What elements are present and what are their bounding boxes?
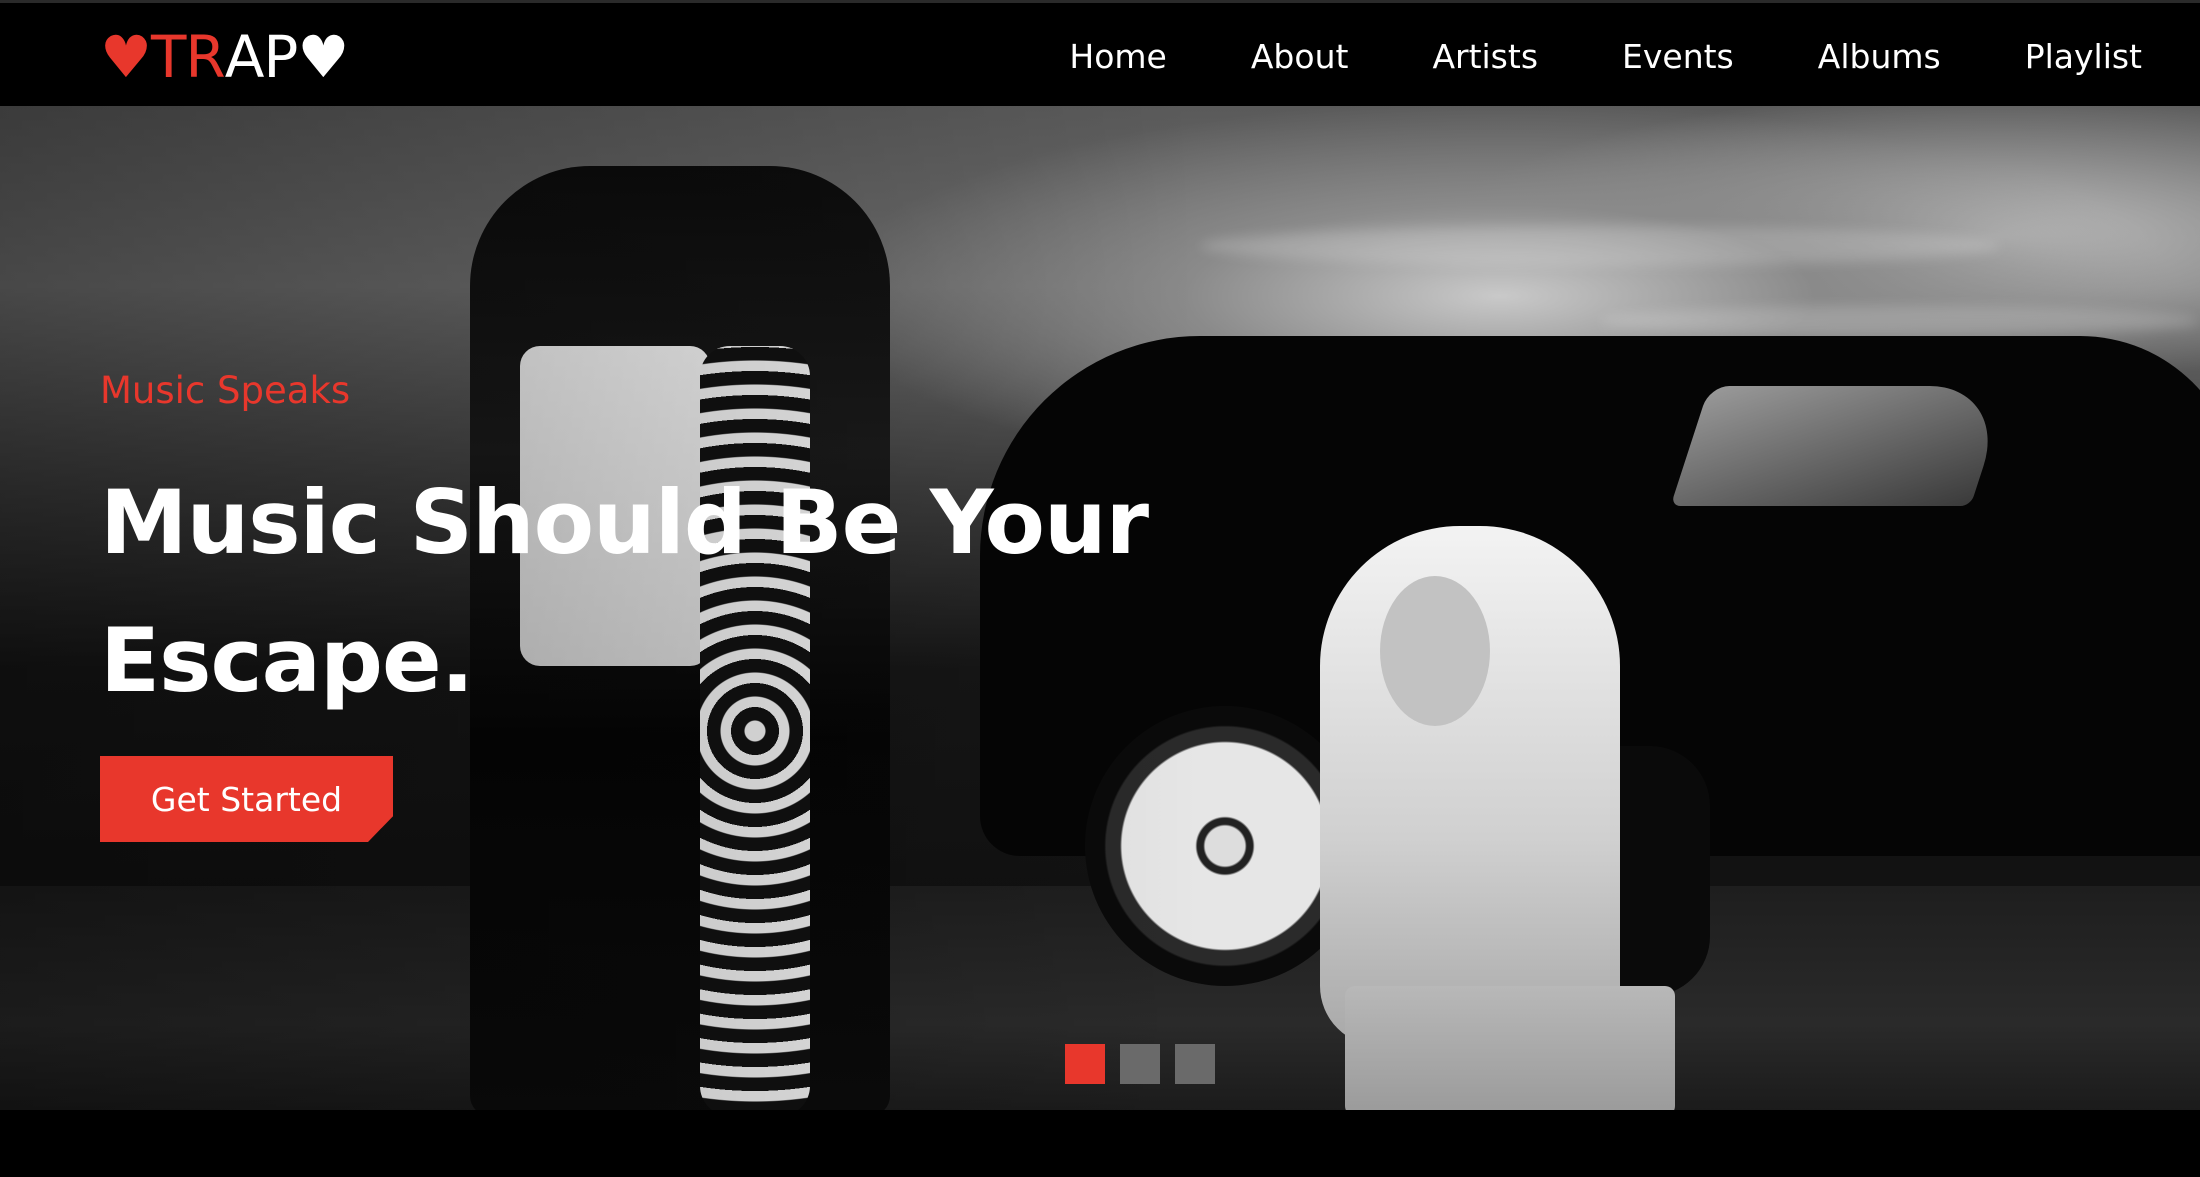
- get-started-button[interactable]: Get Started: [100, 756, 393, 842]
- car-window: [1670, 386, 2010, 506]
- main-nav: Home About Artists Events Albums Playlis…: [985, 3, 2142, 109]
- nav-link-artists[interactable]: Artists: [1432, 37, 1538, 76]
- slide-dot-2[interactable]: [1120, 1044, 1160, 1084]
- nav-link-home[interactable]: Home: [1069, 37, 1166, 76]
- heart-icon: ♥: [297, 23, 349, 91]
- logo-text-red: TR: [151, 23, 226, 91]
- hero-eyebrow: Music Speaks: [100, 369, 351, 412]
- nav-link-playlist[interactable]: Playlist: [2025, 37, 2142, 76]
- slide-dot-3[interactable]: [1175, 1044, 1215, 1084]
- nav-link-albums[interactable]: Albums: [1818, 37, 1941, 76]
- logo-text-white: AP: [224, 23, 299, 91]
- cloud-streak: [1200, 226, 2000, 266]
- artist-figure-right-legs: [1345, 986, 1675, 1110]
- hero-headline: Music Should Be Your Escape.: [100, 471, 1149, 712]
- top-navbar: ♥ TR AP ♥ Home About Artists Events Albu…: [0, 0, 2200, 106]
- artist-figure-right-face: [1380, 576, 1490, 726]
- slider-dots: [1065, 1044, 1215, 1084]
- heart-icon: ♥: [100, 23, 152, 91]
- hero-content: Music Speaks Music Should Be Your Escape…: [100, 106, 1200, 1110]
- site-logo[interactable]: ♥ TR AP ♥: [100, 23, 349, 91]
- cloud-streak: [1600, 306, 2200, 336]
- page-bottom-strip: [0, 1110, 2200, 1177]
- slide-dot-1[interactable]: [1065, 1044, 1105, 1084]
- nav-link-events[interactable]: Events: [1622, 37, 1734, 76]
- hero-section: Music Speaks Music Should Be Your Escape…: [0, 106, 2200, 1110]
- nav-link-about[interactable]: About: [1251, 37, 1349, 76]
